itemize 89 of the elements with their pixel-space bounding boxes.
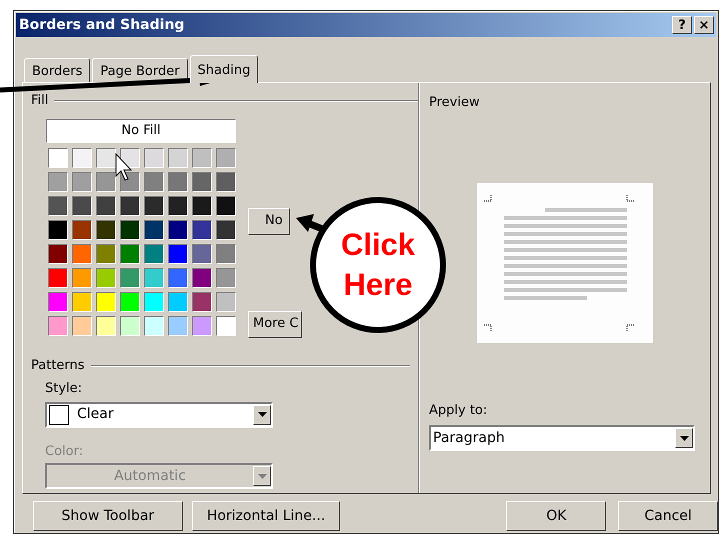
color-swatch[interactable] (216, 172, 236, 192)
color-swatch[interactable] (48, 268, 68, 288)
color-swatch[interactable] (216, 244, 236, 264)
color-swatch[interactable] (192, 244, 212, 264)
tab[interactable]: Shading (190, 55, 258, 83)
color-swatch[interactable] (96, 244, 116, 264)
color-swatch[interactable] (216, 220, 236, 240)
close-button[interactable]: × (694, 16, 714, 34)
color-swatch[interactable] (120, 244, 140, 264)
color-swatch[interactable] (192, 196, 212, 216)
color-swatch[interactable] (216, 268, 236, 288)
color-swatch[interactable] (144, 244, 164, 264)
mouse-cursor-icon (116, 152, 132, 181)
color-swatch[interactable] (192, 220, 212, 240)
color-swatch[interactable] (96, 148, 116, 168)
dropdown-value: Automatic (113, 466, 187, 486)
dialog-button[interactable]: OK (506, 501, 606, 531)
color-swatch[interactable] (144, 268, 164, 288)
color-swatch[interactable] (72, 292, 92, 312)
color-swatch[interactable] (72, 316, 92, 336)
color-swatch[interactable] (96, 196, 116, 216)
dialog-button[interactable]: Show Toolbar (33, 501, 183, 531)
color-swatch[interactable] (144, 220, 164, 240)
color-swatch[interactable] (72, 220, 92, 240)
color-swatch[interactable] (168, 316, 188, 336)
color-swatch[interactable] (168, 292, 188, 312)
dropdown-value: Paragraph (432, 428, 505, 448)
color-swatch[interactable] (48, 244, 68, 264)
pattern-swatch (49, 404, 69, 424)
color-swatch[interactable] (168, 196, 188, 216)
color-swatch[interactable] (120, 316, 140, 336)
field-label: Color: (45, 442, 84, 460)
more-colors-button[interactable]: More C (248, 310, 302, 338)
window-title: Borders and Shading (19, 16, 186, 34)
color-swatch[interactable] (72, 268, 92, 288)
color-swatch[interactable] (72, 172, 92, 192)
color-swatch[interactable] (120, 268, 140, 288)
color-swatch[interactable] (216, 148, 236, 168)
color-swatch[interactable] (168, 172, 188, 192)
color-swatch[interactable] (192, 292, 212, 312)
color-swatch[interactable] (120, 196, 140, 216)
color-swatch[interactable] (72, 196, 92, 216)
color-swatch[interactable] (168, 268, 188, 288)
color-swatch[interactable] (144, 292, 164, 312)
group-label: Preview (429, 94, 481, 112)
color-swatch[interactable] (216, 316, 236, 336)
dialog-button[interactable]: Horizontal Line... (192, 501, 340, 531)
color-swatch[interactable] (192, 148, 212, 168)
color-swatch[interactable] (48, 316, 68, 336)
color-swatch[interactable] (96, 316, 116, 336)
apply-to-dropdown[interactable]: Paragraph (429, 425, 695, 451)
color-swatch[interactable] (72, 244, 92, 264)
dropdown-value: Clear (77, 405, 114, 424)
color-swatch[interactable] (96, 268, 116, 288)
color-swatch[interactable] (192, 172, 212, 192)
color-swatch[interactable] (144, 172, 164, 192)
color-swatch[interactable] (216, 196, 236, 216)
color-swatch[interactable] (216, 292, 236, 312)
color-swatch[interactable] (168, 220, 188, 240)
no-color-button[interactable]: No (248, 208, 290, 234)
color-swatch[interactable] (144, 196, 164, 216)
color-swatch[interactable] (144, 148, 164, 168)
tab[interactable]: Borders (24, 58, 90, 82)
color-swatch[interactable] (48, 292, 68, 312)
group-label: Fill (31, 92, 48, 110)
no-fill-button[interactable]: No Fill (46, 118, 236, 142)
color-swatch[interactable] (120, 292, 140, 312)
color-swatch[interactable] (48, 220, 68, 240)
help-button[interactable]: ? (672, 16, 692, 34)
color-swatch[interactable] (144, 316, 164, 336)
group-label: Patterns (31, 356, 85, 374)
color-swatch[interactable] (96, 292, 116, 312)
color-swatch[interactable] (192, 316, 212, 336)
color-swatch[interactable] (72, 148, 92, 168)
color-swatch[interactable] (120, 172, 140, 192)
tab[interactable]: Page Border (92, 58, 188, 82)
style-dropdown[interactable]: Clear (45, 402, 273, 428)
color-swatch[interactable] (168, 244, 188, 264)
color-swatch[interactable] (192, 268, 212, 288)
field-label: Apply to: (429, 402, 488, 420)
color-swatch[interactable] (96, 172, 116, 192)
dialog-button[interactable]: Cancel (618, 501, 718, 531)
color-swatch[interactable] (96, 220, 116, 240)
color-swatch[interactable] (48, 172, 68, 192)
color-swatch[interactable] (168, 148, 188, 168)
color-swatch[interactable] (48, 148, 68, 168)
color-swatch[interactable] (48, 196, 68, 216)
color-swatch[interactable] (120, 220, 140, 240)
field-label: Style: (45, 380, 84, 398)
